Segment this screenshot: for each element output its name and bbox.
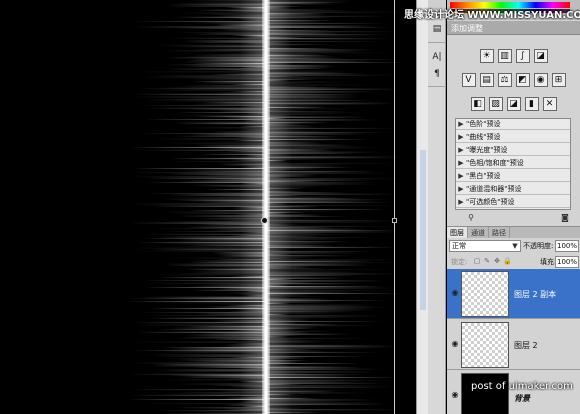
- gradient-map-icon[interactable]: ▮: [524, 97, 539, 111]
- preset-label: "曝光度"预设: [466, 146, 508, 154]
- right-panels: 添加调整 ☀ ▥ ∫ ◪ V ▤ ⚖ ◩ ◉ ⊞ ◧ ▨ ◪ ▮ ✕ ▶ "色阶…: [447, 0, 580, 414]
- document-canvas[interactable]: [0, 0, 416, 414]
- curves-icon[interactable]: ∫: [515, 49, 530, 63]
- watermark-top: 思缘设计论坛 WWW.MISSYUAN.COM: [404, 10, 580, 21]
- fill-label: 填充:: [540, 258, 557, 266]
- light-beam: [262, 0, 270, 414]
- panel-menu-icon[interactable]: ◙: [559, 213, 571, 223]
- tab-layers[interactable]: 图层: [447, 227, 468, 238]
- preset-item[interactable]: ▶ "色相/饱和度"预设: [456, 158, 570, 169]
- adjustments-footer: ⚲ ◙: [447, 211, 580, 225]
- triangle-right-icon[interactable]: ▶: [456, 133, 466, 141]
- layer-name[interactable]: 图层 2 副本: [514, 289, 556, 300]
- blend-row: 正常 ▼ 不透明度: 100%: [447, 239, 580, 253]
- triangle-right-icon[interactable]: ▶: [456, 120, 466, 128]
- blend-mode-select[interactable]: 正常 ▼: [449, 240, 521, 252]
- adjustment-icons-row-2: V ▤ ⚖ ◩ ◉ ⊞: [447, 70, 580, 90]
- preset-label: "黑白"预设: [466, 172, 501, 180]
- triangle-right-icon[interactable]: ▶: [456, 198, 466, 206]
- adjustment-presets-list: ▶ "色阶"预设 ▶ "曲线"预设 ▶ "曝光度"预设 ▶ "色相/饱和度"预设…: [455, 118, 571, 210]
- vibrance-icon[interactable]: V: [461, 73, 476, 87]
- eye-icon[interactable]: ◉: [450, 391, 460, 399]
- eye-icon[interactable]: ◉: [450, 289, 460, 297]
- lock-transparency-icon[interactable]: ▢: [473, 257, 481, 265]
- layers-list: ◉ 图层 2 副本 ◉ 图层 2 ◉ 背景: [447, 269, 580, 414]
- tab-paths[interactable]: 路径: [489, 227, 510, 238]
- tab-channels[interactable]: 通道: [468, 227, 489, 238]
- preset-item[interactable]: ▶ "通道混和器"预设: [456, 184, 570, 195]
- photo-filter-icon[interactable]: ◉: [533, 73, 548, 87]
- canvas-scrollbar[interactable]: [416, 0, 428, 414]
- light-streaks-image: [127, 0, 406, 414]
- posterize-icon[interactable]: ▨: [488, 97, 503, 111]
- layer-thumbnail: [461, 373, 509, 414]
- lock-pixels-icon[interactable]: ✎: [483, 257, 491, 265]
- adjustment-icons-row-3: ◧ ▨ ◪ ▮ ✕: [447, 94, 580, 114]
- threshold-icon[interactable]: ◪: [506, 97, 521, 111]
- lock-row: 锁定: ▢ ✎ ✥ 🔒 填充: 100%: [447, 255, 580, 268]
- watermark-bottom: post of uimaker.com: [471, 381, 573, 392]
- exposure-icon[interactable]: ◪: [533, 49, 548, 63]
- adjustments-title: 添加调整: [451, 24, 483, 33]
- eye-icon[interactable]: ◉: [450, 340, 460, 348]
- adjustment-icons-row-1: ☀ ▥ ∫ ◪: [447, 46, 580, 66]
- preset-item[interactable]: ▶ "可选颜色"预设: [456, 197, 570, 208]
- opacity-input[interactable]: 100%: [555, 240, 579, 252]
- preset-label: "通道混和器"预设: [466, 185, 522, 193]
- triangle-right-icon[interactable]: ▶: [456, 172, 466, 180]
- selective-color-icon[interactable]: ✕: [542, 97, 557, 111]
- transform-center-point[interactable]: [261, 217, 268, 224]
- adjustments-panel-header: 添加调整: [447, 21, 580, 35]
- layer-name[interactable]: 图层 2: [514, 340, 538, 351]
- clip-to-layer-icon[interactable]: ⚲: [465, 213, 477, 223]
- preset-item[interactable]: ▶ "色阶"预设: [456, 119, 570, 130]
- preset-item[interactable]: ▶ "曲线"预设: [456, 132, 570, 143]
- preset-label: "曲线"预设: [466, 133, 501, 141]
- preset-item[interactable]: ▶ "曝光度"预设: [456, 145, 570, 156]
- layer-row[interactable]: ◉ 背景: [447, 371, 580, 414]
- fill-input[interactable]: 100%: [555, 256, 579, 268]
- preset-item[interactable]: ▶ "黑白"预设: [456, 171, 570, 182]
- layer-thumbnail: [461, 322, 509, 368]
- layer-row[interactable]: ◉ 图层 2 副本: [447, 269, 580, 319]
- history-icon[interactable]: ▤: [430, 22, 444, 36]
- triangle-right-icon[interactable]: ▶: [456, 146, 466, 154]
- preset-label: "可选颜色"预设: [466, 198, 515, 206]
- layer-thumbnail: [461, 271, 509, 317]
- opacity-label: 不透明度:: [523, 242, 554, 250]
- panel-dock-icons: ▤ A| ¶: [428, 0, 446, 414]
- triangle-right-icon[interactable]: ▶: [456, 159, 466, 167]
- layer-row[interactable]: ◉ 图层 2: [447, 320, 580, 370]
- dock-divider: [428, 86, 446, 87]
- preset-label: "色阶"预设: [466, 120, 501, 128]
- transform-handle-right[interactable]: [392, 218, 397, 223]
- chevron-down-icon[interactable]: ▼: [510, 241, 520, 251]
- color-balance-icon[interactable]: ⚖: [497, 73, 512, 87]
- channel-mixer-icon[interactable]: ⊞: [551, 73, 566, 87]
- scrollbar-thumb[interactable]: [420, 150, 426, 310]
- hue-saturation-icon[interactable]: ▤: [479, 73, 494, 87]
- blend-mode-value: 正常: [452, 242, 466, 250]
- layers-panel-tabs: 图层 通道 路径: [447, 226, 580, 238]
- invert-icon[interactable]: ◧: [470, 97, 485, 111]
- paragraph-icon[interactable]: ¶: [430, 67, 444, 81]
- brightness-contrast-icon[interactable]: ☀: [479, 49, 494, 63]
- character-icon[interactable]: A|: [430, 50, 444, 64]
- levels-icon[interactable]: ▥: [497, 49, 512, 63]
- lock-position-icon[interactable]: ✥: [493, 257, 501, 265]
- triangle-right-icon[interactable]: ▶: [456, 185, 466, 193]
- lock-all-icon[interactable]: 🔒: [503, 257, 512, 265]
- preset-label: "色相/饱和度"预设: [466, 159, 524, 167]
- lock-label: 锁定:: [451, 258, 468, 266]
- layer-name[interactable]: 背景: [514, 393, 530, 404]
- dock-divider: [428, 42, 446, 43]
- black-white-icon[interactable]: ◩: [515, 73, 530, 87]
- transform-box-right-edge: [394, 0, 395, 414]
